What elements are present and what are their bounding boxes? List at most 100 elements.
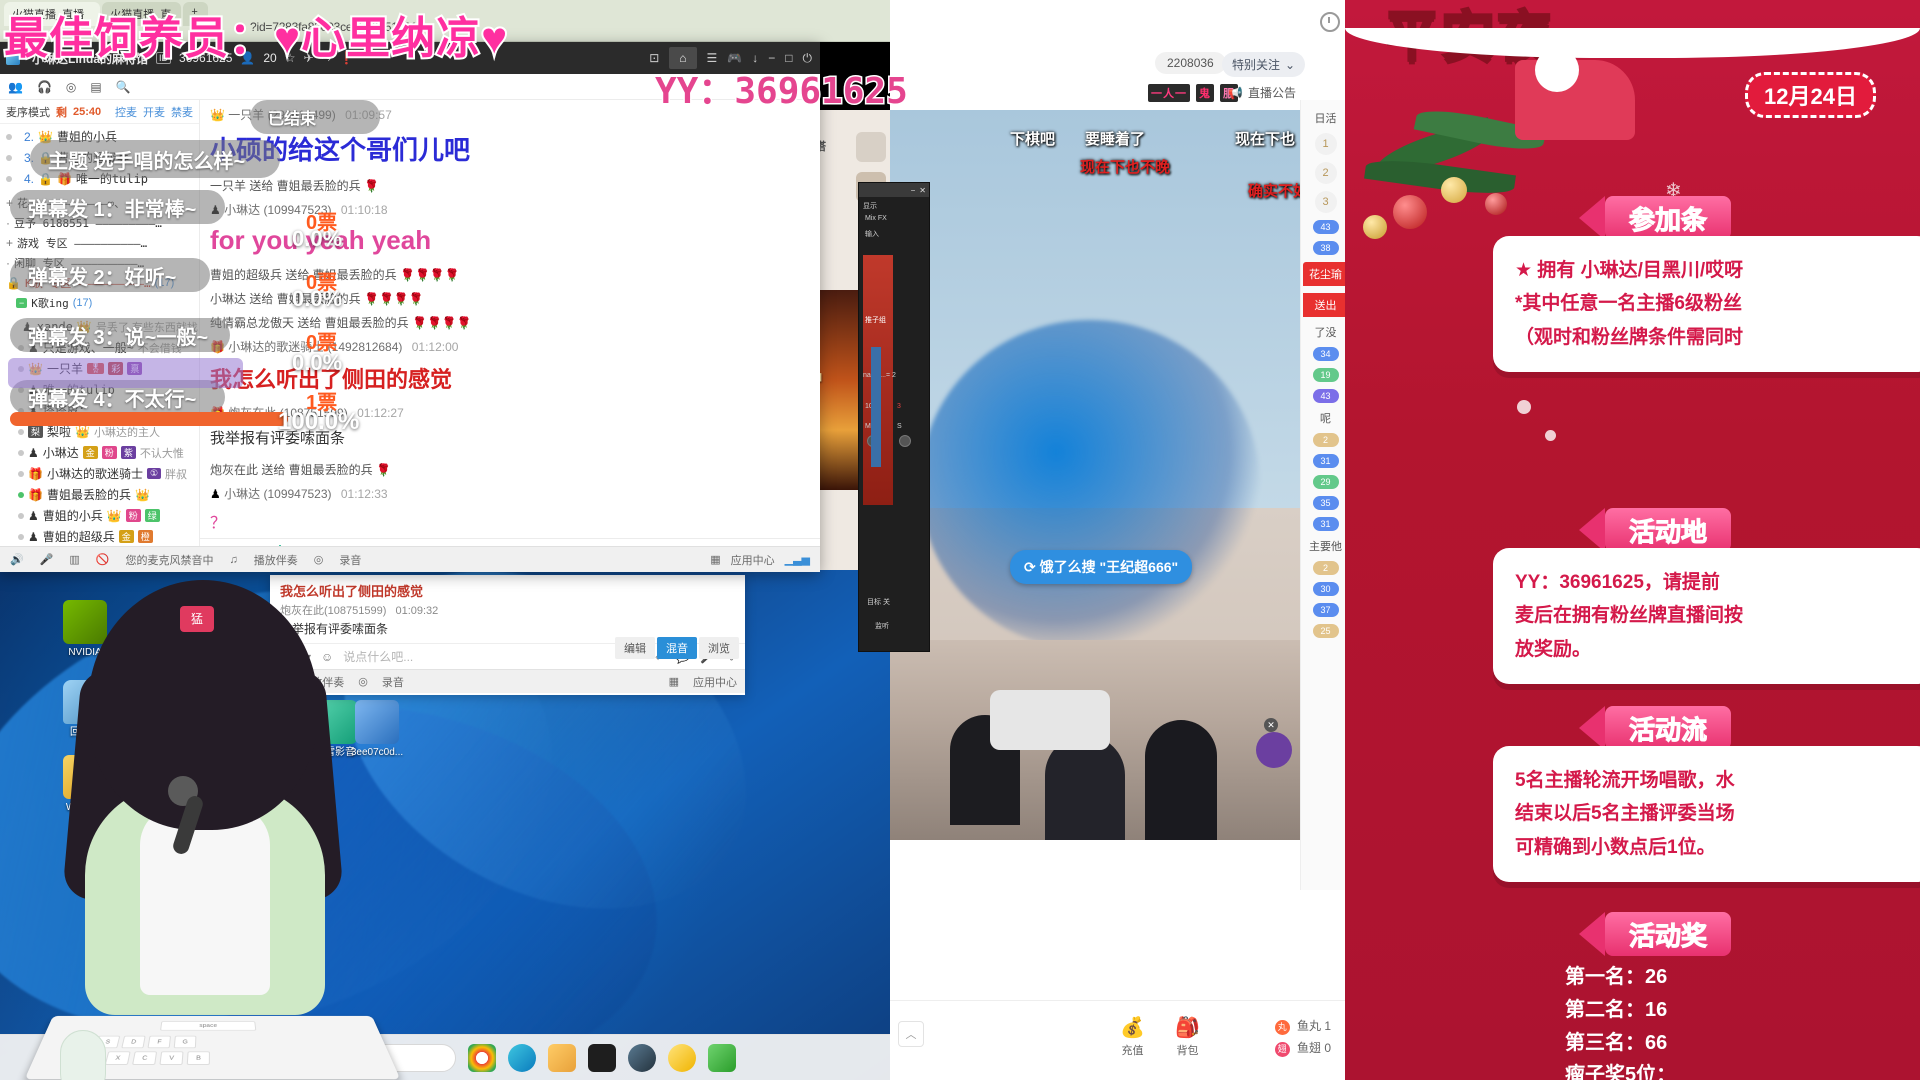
channel-tree-row[interactable]: + 游戏 专区 ——————————… [0,233,199,253]
promo-rule3-line2: 结束以后5名主播评委当场 [1515,803,1735,825]
mic-link-2[interactable]: 开麦 [143,104,165,120]
grid-icon[interactable]: ▦ [669,675,679,688]
promo-rule1-line1: ★ 拥有 小琳达/目黑川/哎呀 [1515,260,1744,281]
mixer-knob-2[interactable] [899,435,911,447]
record-icon[interactable]: ◎ [314,553,324,566]
danmu-2: 现在下也 [1235,131,1296,148]
board-icon[interactable]: ▤ [90,80,101,94]
clock-icon[interactable] [1320,12,1340,32]
mixer-label-9: 监听 [875,623,889,630]
wallet-icon: 💰 [1120,1017,1145,1039]
grid-icon[interactable]: ▦ [710,553,720,566]
equalizer-icon[interactable]: ▥ [69,553,79,566]
user-row[interactable]: ♟ 小琳达 金 粉 紫 不认大惟 [0,442,199,463]
yuchi-icon: 翅 [1274,1042,1290,1057]
audio-mixer-window[interactable]: − ✕ 显示 Mix FX 输入 推子组 nalog...= 2 10.1 3 … [858,182,930,652]
app-center-button[interactable]: 应用中心 [731,552,775,568]
recharge-button[interactable]: 💰 充值 [1120,1015,1145,1058]
search-icon[interactable]: 🔍 [116,80,131,94]
level-badge-3: 19 [1312,368,1339,382]
yy2-tab-edit[interactable]: 编辑 [615,637,655,659]
chrome-icon[interactable] [468,1043,496,1072]
chevron-up-icon[interactable]: ︿ [898,1021,924,1047]
douyu-rank-list[interactable]: 日活 1 2 3 43 38 花尘瑜 送出 了没 34 19 43 呢 2 31… [1300,100,1350,890]
gift-promo-label: 饿了么搜 "王纪超666" [1039,559,1179,575]
user-name: 曹姐最丢脸的兵 [46,488,131,502]
send-gift-button[interactable]: 送出 [1302,293,1349,317]
music-icon[interactable]: ♫ [230,554,238,566]
mic-no: 2. [23,129,34,144]
mixer-title-label: 显示 [863,203,877,210]
steam-icon[interactable] [628,1043,656,1072]
qq-icon[interactable] [668,1043,696,1072]
user-row[interactable]: ♟ 曹姐的超级兵 金 橙 [0,526,199,547]
special-follow-button[interactable]: 特别关注 ⌄ [1222,52,1306,77]
chat-uid: (109947523) [263,486,332,501]
chat-time: 01:10:18 [340,203,388,217]
badge-0: 一人一 [1148,84,1190,102]
badge-1: 鬼 [1196,84,1214,102]
close-icon[interactable]: ✕ [1264,718,1278,732]
mixer-label-5: 3 [897,403,901,410]
mic-link-3[interactable]: 禁麦 [171,104,193,120]
headset-icon[interactable]: 🎧 [37,80,52,94]
level-badge-4: 43 [1312,389,1339,403]
level-badge-11: 30 [1312,582,1339,596]
yy2-tab-browse[interactable]: 浏览 [699,637,739,659]
coin-balances: 丸 鱼丸 1 翅 鱼翅 0 [1274,1015,1331,1059]
rank-text-2: 了没 [1314,327,1337,339]
special-follow-label: 特别关注 [1232,58,1281,72]
app-icon[interactable] [708,1043,736,1072]
mixer-label-0: Mix FX [865,215,887,222]
member-icon: ♟ [28,529,39,544]
gift-message: 炮灰在此 送给 曹姐最丢脸的兵 🌹 [210,461,810,478]
person-3 [1145,720,1217,840]
yy-main-window[interactable]: 小琳达Linda的麻将馆 ID 36961625 👤 20 ☆ ✈ ⤳ ❗ ⊡ … [0,42,820,572]
chat-user[interactable]: 小琳达 [224,487,260,501]
user-name: 小琳达的歌迷骑士 [46,467,143,481]
chat-user[interactable]: 小琳达 [224,203,260,217]
channel-user-list[interactable]: ♟ xande 👑 号丢了 有些东西就找 ♟ 只是游戏、一般~ 不会借钱 👑 一… [0,315,199,572]
promo-date-pill: 12月24日 [1745,72,1876,118]
user-row[interactable]: 🎁 小琳达的歌迷骑士 ① 胖叔 [0,463,199,484]
chat-body: ？ [210,514,227,532]
record-button[interactable]: 录音 [339,552,361,568]
yy2-tabs[interactable]: 编辑 混音 浏览 [615,637,739,659]
mic-link-1[interactable]: 控麦 [115,104,137,120]
mic-icon[interactable]: 🎤 [40,553,54,566]
bag-button[interactable]: 🎒 背包 [1175,1015,1200,1058]
highlight-row-overlay [8,358,243,388]
rank-subtitle: 日活 [1314,113,1337,125]
yy2-tab-mix[interactable]: 混音 [657,637,697,659]
announcement-icon: 📢 [1228,85,1243,100]
chair [990,690,1110,750]
close-icon[interactable]: ✕ [919,186,926,195]
gift-promo-chip[interactable]: ⟳ 饿了么搜 "王纪超666" [1010,550,1193,584]
yuchi-label: 鱼翅 [1296,1041,1321,1055]
channel-tree-row[interactable]: − K歌ing (17) [0,293,199,313]
mic-muted-icon[interactable]: 🚫 [96,553,110,566]
speaker-icon[interactable]: 🔊 [10,553,24,566]
vote-bar-4 [10,412,288,426]
mixer-fader[interactable] [871,347,881,467]
chat-message-list[interactable]: 👑 一只羊 (298614499) 01:09:57 小硕的给这个哥们儿吧 一只… [200,100,820,538]
edge-icon[interactable] [508,1043,536,1072]
vote-status-badge: 已结束 [250,100,380,134]
terminal-icon[interactable] [588,1043,616,1072]
location-icon[interactable]: ◎ [66,80,76,94]
people-icon[interactable]: 👥 [8,80,23,94]
promo-card-3: 5名主播轮流开场唱歌，水 结束以后5名主播评委当场 可精确到小数点后1位。 [1493,746,1920,882]
ad-icon-1[interactable] [856,132,886,162]
vote-count-4: 1票 [306,392,338,414]
live-notice-button[interactable]: 📢 直播公告 [1228,84,1296,101]
mini-avatar[interactable] [1256,732,1292,768]
explorer-icon[interactable] [548,1043,576,1072]
coin-row-yuchi: 翅 鱼翅 0 [1274,1037,1331,1059]
user-row[interactable]: ♟ 曹姐的小兵 👑 粉 绿 [0,505,199,526]
user-row[interactable]: 🎁 曹姐最丢脸的兵 👑 [0,484,199,505]
vote-option-3: 弹幕发 3：说~一般~ [10,318,230,352]
play-accompaniment-button[interactable]: 播放伴奏 [254,552,298,568]
yy2-apps-label[interactable]: 应用中心 [693,674,737,690]
refresh-icon: ⟳ [1024,559,1040,575]
minimize-icon[interactable]: − [911,186,916,195]
